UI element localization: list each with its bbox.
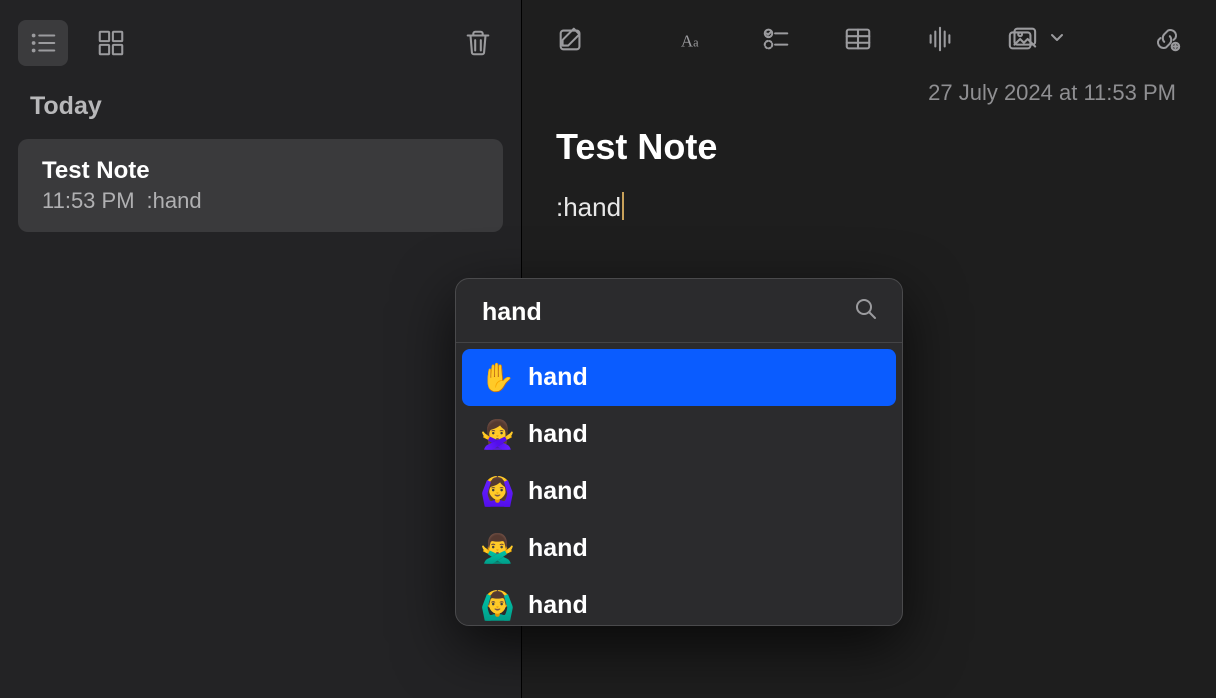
emoji-label: hand	[528, 534, 588, 563]
search-icon[interactable]	[854, 297, 878, 328]
sidebar: Today Test Note 11:53 PM :hand	[0, 0, 522, 698]
link-button[interactable]	[1146, 18, 1188, 60]
emoji-search-row: hand	[456, 279, 902, 342]
note-date: 27 July 2024 at 11:53 PM	[522, 72, 1216, 110]
media-dropdown-button[interactable]	[1001, 18, 1065, 60]
gallery-view-button[interactable]	[86, 20, 136, 66]
list-view-button[interactable]	[18, 20, 68, 66]
svg-text:A: A	[681, 32, 694, 51]
emoji-label: hand	[528, 591, 588, 620]
emoji-glyph: ✋	[480, 361, 512, 394]
format-text-button[interactable]: A a	[673, 18, 715, 60]
emoji-results-list: ✋ hand 🙅‍♀️ hand 🙆‍♀️ hand 🙅‍♂️ hand 🙆‍♂…	[456, 343, 902, 625]
emoji-glyph: 🙅‍♀️	[480, 418, 512, 451]
emoji-search-input[interactable]: hand	[482, 298, 542, 327]
emoji-picker-popover: hand ✋ hand 🙅‍♀️ hand 🙆‍♀️ hand 🙅‍♂️ han…	[455, 278, 903, 626]
emoji-glyph: 🙅‍♂️	[480, 532, 512, 565]
note-title[interactable]: Test Note	[556, 126, 1182, 168]
note-content-area[interactable]: Test Note :hand	[522, 110, 1216, 233]
sidebar-section-header: Today	[0, 78, 521, 131]
note-list-item[interactable]: Test Note 11:53 PM :hand	[18, 139, 503, 232]
emoji-result-item[interactable]: 🙅‍♂️ hand	[462, 520, 896, 577]
compose-button[interactable]	[550, 18, 592, 60]
emoji-glyph: 🙆‍♂️	[480, 589, 512, 622]
emoji-result-item[interactable]: 🙆‍♀️ hand	[462, 463, 896, 520]
emoji-glyph: 🙆‍♀️	[480, 475, 512, 508]
notes-list: Test Note 11:53 PM :hand	[0, 131, 521, 240]
emoji-result-item[interactable]: ✋ hand	[462, 349, 896, 406]
emoji-result-item[interactable]: 🙆‍♂️ hand	[462, 577, 896, 625]
checklist-button[interactable]	[755, 18, 797, 60]
note-item-title: Test Note	[42, 157, 479, 185]
note-body-text[interactable]: :hand	[556, 192, 621, 223]
delete-note-button[interactable]	[453, 20, 503, 66]
note-item-preview: :hand	[147, 188, 202, 214]
emoji-label: hand	[528, 363, 588, 392]
emoji-result-item[interactable]: 🙅‍♀️ hand	[462, 406, 896, 463]
chevron-down-icon	[1049, 29, 1065, 50]
sidebar-toolbar	[0, 0, 521, 78]
table-button[interactable]	[837, 18, 879, 60]
editor-toolbar: A a	[522, 0, 1216, 72]
audio-wave-button[interactable]	[919, 18, 961, 60]
emoji-label: hand	[528, 477, 588, 506]
text-caret	[622, 192, 624, 220]
emoji-label: hand	[528, 420, 588, 449]
svg-text:a: a	[693, 36, 699, 50]
note-item-time: 11:53 PM	[42, 188, 135, 214]
